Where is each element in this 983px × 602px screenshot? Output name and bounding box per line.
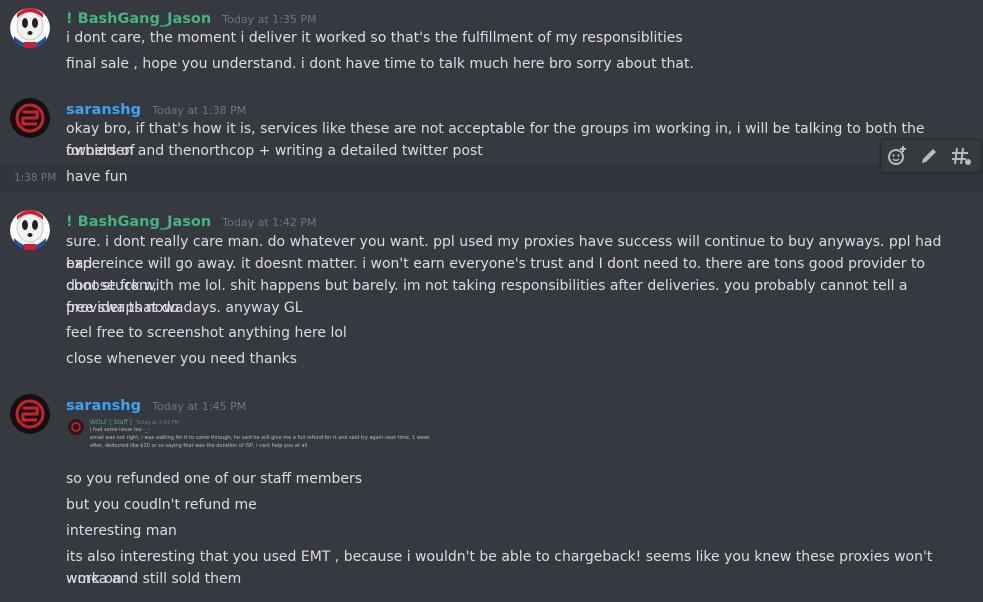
message-header: ! BashGang_Jason Today at 1:42 PM xyxy=(66,211,317,230)
message-line: final sale , hope you understand. i dont… xyxy=(66,56,694,72)
timestamp: Today at 1:38 PM xyxy=(152,104,247,117)
avatar-logo[interactable] xyxy=(10,98,50,138)
message-line: have fun xyxy=(66,169,128,185)
message-line: wmca and still sold them xyxy=(66,571,242,587)
timestamp: Today at 1:35 PM xyxy=(222,13,317,26)
message-header: saranshg Today at 1:45 PM xyxy=(66,395,247,414)
message-line: interesting man xyxy=(66,523,177,539)
message-line: i dont care, the moment i deliver it wor… xyxy=(66,30,683,46)
message-line: close whenever you need thanks xyxy=(66,351,297,367)
message-line: free swaps nowadays. anyway GL xyxy=(66,300,303,316)
timestamp: Today at 1:42 PM xyxy=(222,216,317,229)
message-toolbar xyxy=(880,139,982,173)
message-header: ! BashGang_Jason Today at 1:35 PM xyxy=(66,8,317,27)
pencil-icon[interactable] xyxy=(917,144,941,168)
embed-username: WOLF [ Staff ] xyxy=(90,419,132,426)
thread-icon[interactable] xyxy=(949,144,973,168)
message-line: so you refunded one of our staff members xyxy=(66,471,363,487)
username[interactable]: saranshg xyxy=(66,398,141,414)
username[interactable]: ! BashGang_Jason xyxy=(66,214,211,230)
avatar-logo[interactable] xyxy=(10,394,50,434)
message-line: but you coudln't refund me xyxy=(66,497,257,513)
embed-line: i had same issue too -_- xyxy=(90,427,150,433)
message-header: saranshg Today at 1:38 PM xyxy=(66,99,247,118)
avatar-shyguy[interactable] xyxy=(10,210,50,250)
avatar-shyguy[interactable] xyxy=(10,8,50,48)
username[interactable]: saranshg xyxy=(66,102,141,118)
embed-avatar-icon xyxy=(68,419,84,435)
message-line: forbidden and thenorthcop + writing a de… xyxy=(66,143,483,159)
embed-line: email was not right, i was waiting for i… xyxy=(90,435,430,441)
add-reaction-icon[interactable] xyxy=(885,144,909,168)
timestamp: Today at 1:45 PM xyxy=(152,400,247,413)
username[interactable]: ! BashGang_Jason xyxy=(66,11,211,27)
message-line: feel free to screenshot anything here lo… xyxy=(66,325,347,341)
attached-screenshot[interactable]: WOLF [ Staff ] Today at 1:43 PM i had sa… xyxy=(66,416,456,460)
compact-timestamp: 1:38 PM xyxy=(14,172,57,184)
embed-timestamp: Today at 1:43 PM xyxy=(136,420,179,426)
embed-line: after, deducted like $10 or so saying th… xyxy=(90,443,308,449)
